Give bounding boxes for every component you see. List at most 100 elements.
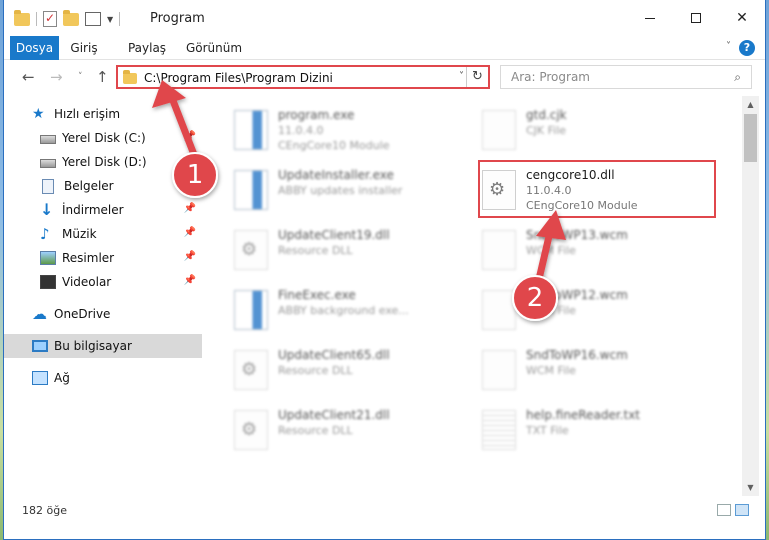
pin-icon[interactable]: 📌 — [184, 131, 196, 142]
maximize-button[interactable] — [673, 0, 719, 36]
minimize-button[interactable] — [627, 0, 673, 36]
search-box[interactable]: Ara: Program ⌕ — [500, 65, 752, 89]
pin-icon[interactable]: 📌 — [184, 275, 196, 286]
up-button[interactable]: ↑ — [96, 68, 109, 86]
sidebar-item-label: Belgeler — [64, 179, 114, 193]
highlight-box — [478, 160, 716, 218]
address-path[interactable]: C:\Program Files\Program Dizini — [144, 71, 333, 85]
file-tile[interactable]: SndToWP16.wcm WCM File — [462, 342, 702, 396]
computer-icon — [32, 340, 48, 352]
back-button[interactable]: ← — [22, 68, 35, 86]
file-name: UpdateClient65.dll — [278, 348, 390, 362]
scroll-down-icon[interactable]: ▼ — [742, 479, 759, 496]
file-name: gtd.cjk — [526, 108, 567, 122]
file-icon — [482, 230, 516, 270]
new-folder-icon[interactable] — [63, 9, 79, 26]
file-tile[interactable]: help.fineReader.txt TXT File — [462, 402, 702, 456]
file-type: WCM File — [526, 364, 576, 377]
search-input[interactable]: Ara: Program — [511, 70, 590, 84]
sidebar-item-this-pc[interactable]: Bu bilgisayar — [4, 334, 202, 358]
folder-icon — [123, 70, 137, 84]
file-description: ABBY updates installer — [278, 184, 403, 197]
cloud-icon: ☁ — [32, 305, 47, 323]
properties-check-icon[interactable] — [43, 11, 57, 27]
file-tile[interactable]: gtd.cjk CJK File — [462, 102, 702, 156]
file-description: Resource DLL — [278, 424, 353, 437]
file-tile[interactable]: FineExec.exe ABBY background exe... — [214, 282, 454, 336]
annotation-number-2: 2 — [526, 283, 544, 313]
vertical-scrollbar[interactable]: ▲ ▼ — [742, 96, 759, 496]
sidebar-item-music[interactable]: ♪ Müzik 📌 — [4, 222, 202, 246]
sidebar-item-local-disk-d[interactable]: Yerel Disk (D:) — [4, 150, 202, 174]
maximize-icon — [691, 13, 701, 23]
scroll-up-icon[interactable]: ▲ — [742, 96, 759, 113]
address-chevron-down-icon[interactable]: ˅ — [459, 71, 464, 82]
pin-icon[interactable]: 📌 — [184, 251, 196, 262]
file-name: FineExec.exe — [278, 288, 356, 302]
documents-icon — [42, 178, 54, 194]
file-tile[interactable]: UpdateClient19.dll Resource DLL — [214, 222, 454, 276]
tab-view[interactable]: Görünüm — [182, 36, 246, 60]
sidebar-item-label: Resimler — [62, 251, 115, 265]
refresh-button[interactable]: ↻ — [466, 67, 488, 87]
file-type: CJK File — [526, 124, 567, 137]
sidebar-item-pictures[interactable]: Resimler 📌 — [4, 246, 202, 270]
expand-ribbon-chevron-icon[interactable]: ˅ — [726, 41, 731, 52]
disk-icon — [40, 135, 56, 144]
sidebar-item-quick-access[interactable]: ★ Hızlı erişim — [4, 102, 202, 126]
item-count: 182 öğe — [22, 504, 67, 517]
sidebar-item-label: OneDrive — [54, 307, 111, 321]
help-icon[interactable]: ? — [739, 40, 755, 56]
address-bar[interactable]: C:\Program Files\Program Dizini ˅ ↻ — [116, 65, 490, 89]
exe-icon — [234, 110, 268, 150]
file-icon — [482, 290, 516, 330]
file-name: program.exe — [278, 108, 355, 122]
sidebar-item-local-disk-c[interactable]: Yerel Disk (C:) 📌 — [4, 126, 202, 150]
tab-home[interactable]: Giriş — [64, 36, 104, 60]
scroll-thumb[interactable] — [744, 114, 757, 162]
file-tile[interactable]: UpdateClient21.dll Resource DLL — [214, 402, 454, 456]
sidebar-item-label: Müzik — [62, 227, 97, 241]
recent-locations-chevron-icon[interactable]: ˅ — [78, 72, 83, 82]
quick-access-toolbar: ▼ — [14, 9, 121, 28]
dll-gear-icon — [234, 410, 268, 450]
file-icon — [482, 110, 516, 150]
forward-button[interactable]: → — [50, 68, 63, 86]
installer-icon — [234, 170, 268, 210]
divider — [36, 12, 37, 26]
details-view-icon[interactable] — [717, 504, 731, 516]
file-tile[interactable]: program.exe 11.0.4.0 CEngCore10 Module — [214, 102, 454, 156]
network-icon — [32, 371, 48, 385]
tiles-view-icon[interactable] — [735, 504, 749, 516]
search-icon: ⌕ — [734, 70, 741, 84]
sidebar-item-label: Bu bilgisayar — [54, 339, 132, 353]
tab-share[interactable]: Paylaş — [122, 36, 172, 60]
annotation-number-1: 1 — [186, 160, 204, 190]
close-button[interactable]: ✕ — [719, 0, 765, 36]
file-name: SndToWP16.wcm — [526, 348, 628, 362]
file-description: Resource DLL — [278, 364, 353, 377]
pin-icon[interactable]: 📌 — [184, 203, 196, 214]
text-file-icon — [482, 410, 516, 450]
sidebar-item-videos[interactable]: Videolar 📌 — [4, 270, 202, 294]
file-name: help.fineReader.txt — [526, 408, 640, 422]
file-tile[interactable]: SndToWP13.wcm WCM File — [462, 222, 702, 276]
file-tile[interactable]: SndToWP12.wcm WCM File — [462, 282, 702, 336]
sidebar-item-downloads[interactable]: ↓ İndirmeler 📌 — [4, 198, 202, 222]
file-name: UpdateClient19.dll — [278, 228, 390, 242]
sidebar-item-label: Yerel Disk (C:) — [62, 131, 146, 145]
pictures-icon — [40, 251, 56, 265]
sidebar-item-onedrive[interactable]: ☁ OneDrive — [4, 302, 202, 326]
file-description: CEngCore10 Module — [278, 139, 390, 152]
file-type: WCM File — [526, 244, 576, 257]
chevron-down-icon[interactable]: ▼ — [107, 15, 113, 24]
file-name: UpdateClient21.dll — [278, 408, 390, 422]
sidebar-item-label: Ağ — [54, 371, 70, 385]
installer-icon — [234, 290, 268, 330]
view-options-icon[interactable] — [85, 12, 101, 26]
sidebar-item-network[interactable]: Ağ — [4, 366, 202, 390]
pin-icon[interactable]: 📌 — [184, 227, 196, 238]
file-tile[interactable]: UpdateInstaller.exe ABBY updates install… — [214, 162, 454, 216]
file-tile[interactable]: UpdateClient65.dll Resource DLL — [214, 342, 454, 396]
divider — [119, 12, 121, 26]
